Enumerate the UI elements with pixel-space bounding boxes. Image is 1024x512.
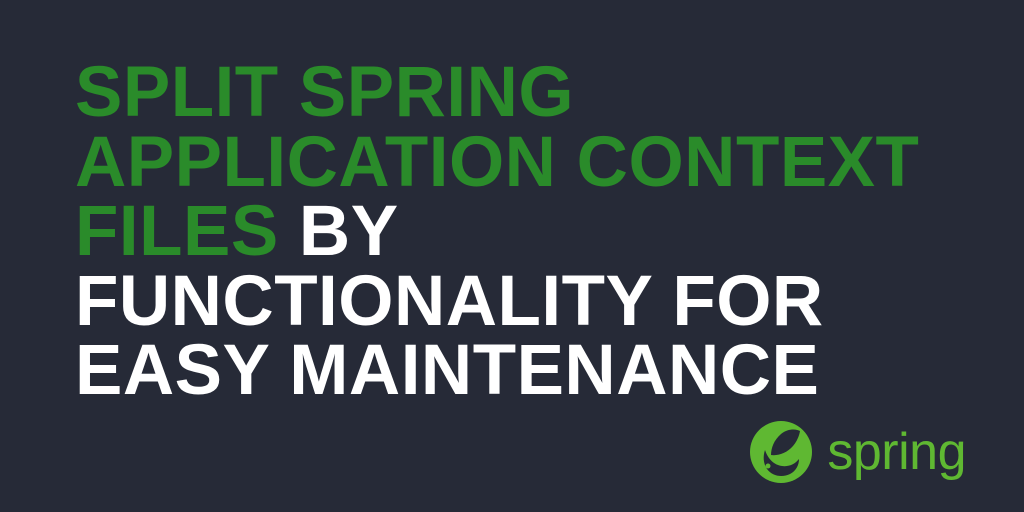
spring-logo-text: spring (827, 422, 966, 482)
headline-emphasis: Split Spring Application Context Files (75, 53, 919, 271)
spring-leaf-icon (749, 420, 813, 484)
spring-logo: spring (749, 420, 966, 484)
headline: Split Spring Application Context Files b… (75, 58, 944, 406)
